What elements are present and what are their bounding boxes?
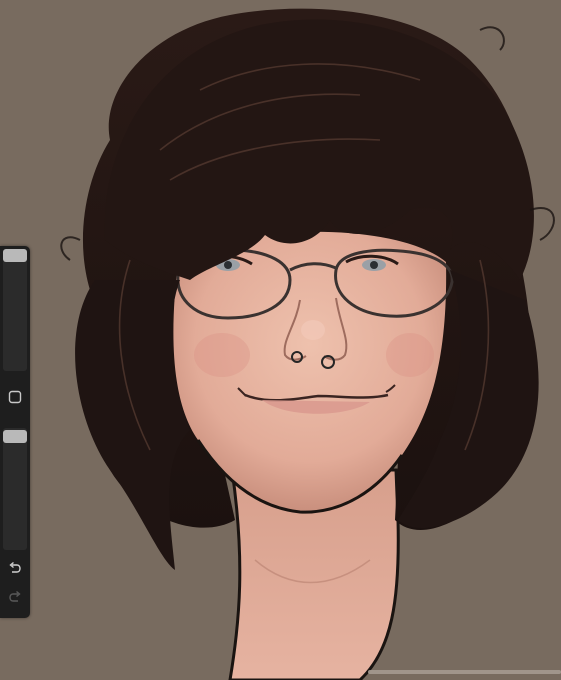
- square-icon: [8, 390, 22, 404]
- brush-size-slider-thumb[interactable]: [3, 249, 27, 262]
- canvas-scroll-indicator[interactable]: [368, 670, 561, 674]
- modifier-button[interactable]: [3, 386, 27, 408]
- tool-sidebar: [0, 246, 30, 618]
- undo-icon: [8, 561, 22, 575]
- undo-button[interactable]: [3, 557, 27, 579]
- redo-button[interactable]: [3, 586, 27, 608]
- canvas-artwork: [60, 8, 555, 680]
- opacity-slider[interactable]: [3, 428, 27, 550]
- redo-icon: [8, 590, 22, 604]
- brush-size-slider[interactable]: [3, 249, 27, 371]
- drawing-canvas[interactable]: [0, 0, 561, 680]
- opacity-slider-thumb[interactable]: [3, 430, 27, 443]
